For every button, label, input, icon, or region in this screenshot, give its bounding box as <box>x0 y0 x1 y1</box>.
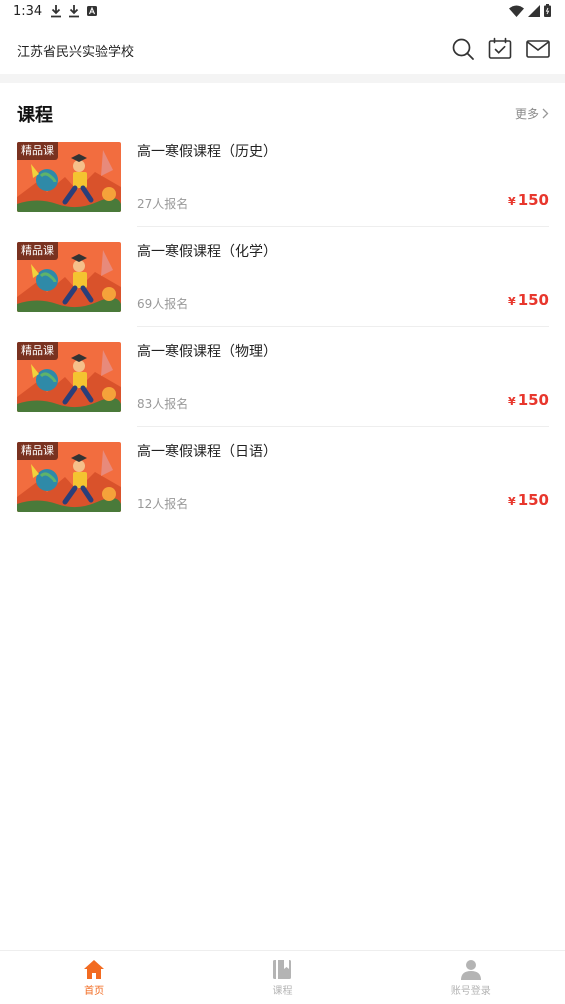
course-title: 高一寒假课程（历史） <box>137 144 277 160</box>
enrolled-count: 27人报名 <box>137 197 189 211</box>
course-item[interactable]: 精品课 高一寒假课程（化学） 69人报名 ¥150 <box>0 241 565 341</box>
app-screen: 1:34 江苏省民兴实验学校 课程 更多 精品课 高一寒假课程（历史） 27人报… <box>0 0 565 1004</box>
nav-item-courses[interactable]: 课程 <box>188 951 376 1004</box>
row-divider <box>137 426 549 427</box>
status-bar: 1:34 <box>0 0 565 24</box>
bottom-nav: 首页 课程 账号登录 <box>0 950 565 1004</box>
course-title: 高一寒假课程（化学） <box>137 244 277 260</box>
currency-symbol: ¥ <box>508 295 516 308</box>
course-thumbnail: 精品课 <box>17 242 121 312</box>
course-price: ¥150 <box>508 491 549 509</box>
course-title: 高一寒假课程（物理） <box>137 344 277 360</box>
premium-badge: 精品课 <box>17 242 58 260</box>
price-value: 150 <box>517 291 549 309</box>
chevron-right-icon <box>542 108 549 119</box>
course-item[interactable]: 精品课 高一寒假课程（历史） 27人报名 ¥150 <box>0 141 565 241</box>
row-divider <box>137 226 549 227</box>
course-price: ¥150 <box>508 391 549 409</box>
premium-badge: 精品课 <box>17 342 58 360</box>
more-link[interactable]: 更多 <box>515 105 549 122</box>
course-thumbnail: 精品课 <box>17 142 121 212</box>
price-value: 150 <box>517 391 549 409</box>
keyboard-a-icon <box>87 6 97 16</box>
home-icon <box>84 960 105 979</box>
school-name: 江苏省民兴实验学校 <box>17 45 135 60</box>
premium-badge: 精品课 <box>17 142 58 160</box>
nav-item-account[interactable]: 账号登录 <box>377 951 565 1004</box>
enrolled-count: 69人报名 <box>137 297 189 311</box>
nav-label-account: 账号登录 <box>450 986 491 997</box>
status-time: 1:34 <box>13 4 43 19</box>
enrolled-count: 12人报名 <box>137 497 189 511</box>
status-notification-icons <box>50 4 98 18</box>
section-title: 课程 <box>17 105 53 126</box>
calendar-check-icon[interactable] <box>488 37 512 61</box>
nav-label-courses: 课程 <box>272 986 293 997</box>
download-icon <box>51 5 61 18</box>
more-label: 更多 <box>514 107 539 121</box>
book-icon <box>273 960 292 979</box>
currency-symbol: ¥ <box>508 495 516 508</box>
section-divider <box>0 74 565 83</box>
course-item[interactable]: 精品课 高一寒假课程（物理） 83人报名 ¥150 <box>0 341 565 441</box>
premium-badge: 精品课 <box>17 442 58 460</box>
mail-icon[interactable] <box>526 37 550 61</box>
course-thumbnail: 精品课 <box>17 442 121 512</box>
signal-icon <box>528 4 540 17</box>
search-icon[interactable] <box>451 37 475 61</box>
course-thumbnail: 精品课 <box>17 342 121 412</box>
course-item[interactable]: 精品课 高一寒假课程（日语） 12人报名 ¥150 <box>0 441 565 541</box>
battery-icon <box>544 4 551 17</box>
course-price: ¥150 <box>508 191 549 209</box>
nav-label-home: 首页 <box>84 986 105 997</box>
price-value: 150 <box>517 191 549 209</box>
course-list: 精品课 高一寒假课程（历史） 27人报名 ¥150 精品课 高一寒假课程（化学）… <box>0 141 565 541</box>
wifi-icon <box>509 5 524 17</box>
status-system-icons <box>509 4 551 17</box>
currency-symbol: ¥ <box>508 395 516 408</box>
course-price: ¥150 <box>508 291 549 309</box>
download-icon <box>69 5 79 18</box>
row-divider <box>137 326 549 327</box>
user-icon <box>460 960 481 980</box>
enrolled-count: 83人报名 <box>137 397 189 411</box>
currency-symbol: ¥ <box>508 195 516 208</box>
price-value: 150 <box>517 491 549 509</box>
course-title: 高一寒假课程（日语） <box>137 444 277 460</box>
top-header: 江苏省民兴实验学校 <box>0 24 565 74</box>
nav-item-home[interactable]: 首页 <box>0 951 188 1004</box>
